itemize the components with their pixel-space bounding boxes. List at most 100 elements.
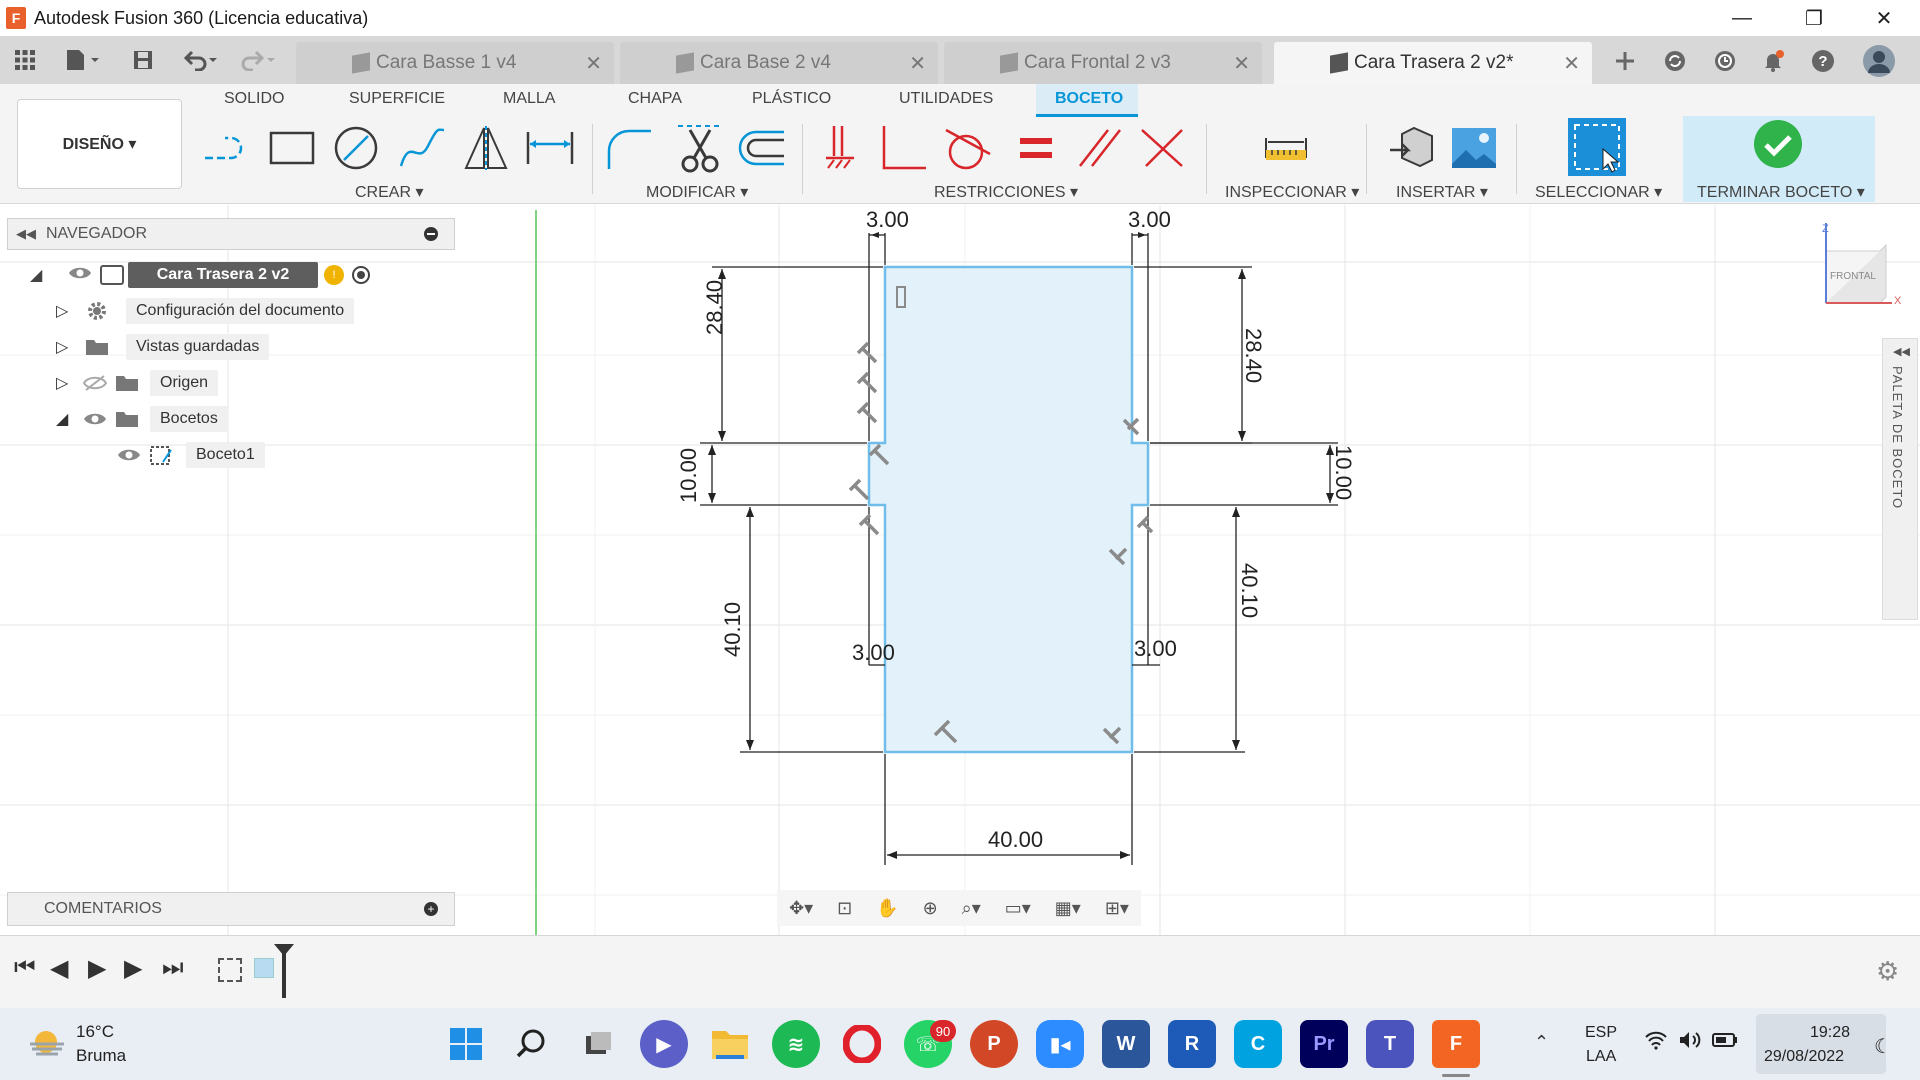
play-icon[interactable]: ▶ (88, 954, 106, 983)
tab-cara-frontal-2[interactable]: Cara Frontal 2 v3 ✕ (944, 42, 1262, 84)
help-icon[interactable]: ? (1806, 44, 1840, 78)
tab-cara-trasera-2[interactable]: Cara Trasera 2 v2* ✕ (1274, 42, 1592, 84)
trim-tool-icon[interactable] (674, 122, 726, 174)
timeline-feature-icon[interactable] (254, 958, 274, 978)
apps-grid-icon[interactable] (10, 44, 40, 76)
job-status-icon[interactable] (1708, 44, 1742, 78)
tree-root-row[interactable]: ◢ Cara Trasera 2 v2 ! (30, 260, 370, 290)
dim-left-lower-height[interactable]: 40.10 (720, 602, 746, 657)
warning-badge-icon[interactable]: ! (324, 265, 344, 285)
task-view-icon[interactable] (574, 1020, 622, 1068)
grid-settings-icon[interactable]: ▦▾ (1055, 898, 1081, 919)
viewcube[interactable] (1825, 223, 1892, 304)
file-menu-icon[interactable] (60, 44, 106, 76)
workspace-selector[interactable]: DISEÑO ▾ (17, 99, 182, 189)
dim-top-right-width[interactable]: 3.00 (1128, 207, 1171, 233)
equal-constraint-icon[interactable] (1010, 122, 1062, 174)
expanded-triangle-icon[interactable]: ◢ (30, 265, 54, 285)
expand-triangle-icon[interactable]: ▷ (56, 301, 80, 321)
sync-icon[interactable] (1658, 44, 1692, 78)
start-windows-icon[interactable] (442, 1020, 490, 1068)
eye-icon[interactable] (80, 411, 110, 427)
show-hidden-icons-chevron-icon[interactable]: ⌃ (1534, 1032, 1549, 1053)
terminar-boceto-group-label[interactable]: TERMINAR BOCETO ▾ (1697, 182, 1865, 202)
activate-radio-icon[interactable] (352, 266, 370, 284)
step-forward-icon[interactable]: ▶ (124, 954, 142, 983)
comments-panel-header[interactable]: COMENTARIOS + (7, 892, 455, 926)
orbit-icon[interactable]: ✥▾ (789, 898, 813, 919)
zoom-icon[interactable]: ⊕ (923, 898, 938, 919)
word-icon[interactable]: W (1102, 1020, 1150, 1068)
offset-tool-icon[interactable] (736, 122, 788, 174)
new-tab-icon[interactable] (1608, 44, 1642, 78)
collapse-panel-icon[interactable]: ◀◀ (16, 226, 36, 242)
circle-tool-icon[interactable] (330, 122, 382, 174)
dim-total-width[interactable]: 40.00 (988, 827, 1043, 853)
teams-chat-icon[interactable]: ▶ (640, 1020, 688, 1068)
ribbon-tab-malla[interactable]: MALLA (503, 90, 555, 108)
fix-constraint-icon[interactable] (814, 122, 866, 174)
tree-item-sketches[interactable]: ◢ Bocetos (56, 404, 228, 434)
tangent-constraint-icon[interactable] (942, 122, 994, 174)
canva-icon[interactable]: C (1234, 1020, 1282, 1068)
premiere-pro-icon[interactable]: Pr (1300, 1020, 1348, 1068)
add-comment-icon[interactable]: + (424, 902, 438, 916)
close-tab-icon[interactable]: ✕ (909, 51, 926, 76)
rectangle-tool-icon[interactable] (266, 122, 318, 174)
tree-item-sketch1[interactable]: Boceto1 (114, 440, 265, 470)
zoom-icon[interactable]: ▮◂ (1036, 1020, 1084, 1068)
maximize-button[interactable]: ❐ (1778, 0, 1850, 36)
revit-icon[interactable]: R (1168, 1020, 1216, 1068)
eye-hidden-icon[interactable] (80, 375, 110, 391)
eye-icon[interactable] (68, 265, 94, 286)
finish-sketch-check-icon[interactable] (1752, 118, 1804, 170)
battery-icon[interactable] (1712, 1032, 1738, 1053)
timeline-marker-handle[interactable] (274, 944, 294, 956)
fit-icon[interactable]: ⌕▾ (962, 898, 981, 919)
select-tool-icon[interactable] (1568, 118, 1626, 176)
expanded-triangle-icon[interactable]: ◢ (56, 409, 80, 429)
undo-icon[interactable] (178, 44, 224, 76)
do-not-disturb-moon-icon[interactable]: ☾ (1874, 1034, 1892, 1059)
browser-panel-header[interactable]: ◀◀ NAVEGADOR (7, 218, 455, 250)
dim-right-mid-height[interactable]: 10.00 (1330, 445, 1356, 500)
modificar-group-label[interactable]: MODIFICAR ▾ (646, 182, 748, 202)
insert-dxf-icon[interactable] (1386, 122, 1438, 174)
tree-item-document-settings[interactable]: ▷ Configuración del documento (56, 296, 355, 326)
dim-top-left-width[interactable]: 3.00 (866, 207, 909, 233)
save-icon[interactable] (128, 44, 158, 76)
mirror-tool-icon[interactable] (460, 122, 512, 174)
display-settings-icon[interactable]: ▭▾ (1005, 898, 1031, 919)
clock-date[interactable]: 29/08/2022 (1764, 1048, 1844, 1066)
wifi-icon[interactable] (1644, 1030, 1668, 1055)
redo-icon[interactable] (236, 44, 282, 76)
seleccionar-group-label[interactable]: SELECCIONAR ▾ (1535, 182, 1662, 202)
viewports-icon[interactable]: ⊞▾ (1105, 898, 1129, 919)
go-to-end-icon[interactable]: ⏭ (162, 954, 184, 982)
inspeccionar-group-label[interactable]: INSPECCIONAR ▾ (1225, 182, 1359, 202)
weather-temperature[interactable]: 16°C (76, 1022, 114, 1042)
go-to-start-icon[interactable]: ⏮ (14, 954, 36, 982)
insert-image-icon[interactable] (1448, 122, 1500, 174)
clock-time[interactable]: 19:28 (1810, 1024, 1850, 1042)
dim-right-upper-height[interactable]: 28.40 (1240, 328, 1266, 383)
dim-right-lower-height[interactable]: 40.10 (1236, 563, 1262, 618)
fusion-360-taskbar-icon[interactable]: F (1432, 1020, 1480, 1068)
teams-icon[interactable]: T (1366, 1020, 1414, 1068)
coincident-constraint-icon[interactable] (876, 122, 928, 174)
timeline-sketch-icon[interactable] (218, 958, 242, 982)
close-tab-icon[interactable]: ✕ (1233, 51, 1250, 76)
crear-group-label[interactable]: CREAR ▾ (355, 182, 423, 202)
ribbon-tab-superficie[interactable]: SUPERFICIE (349, 90, 445, 108)
ribbon-tab-boceto[interactable]: BOCETO (1055, 90, 1123, 108)
dimension-tool-icon[interactable] (524, 122, 576, 174)
spline-tool-icon[interactable] (396, 122, 448, 174)
look-at-icon[interactable]: ⊡ (837, 898, 852, 919)
insertar-group-label[interactable]: INSERTAR ▾ (1396, 182, 1488, 202)
ribbon-tab-solido[interactable]: SOLIDO (224, 90, 284, 108)
restricciones-group-label[interactable]: RESTRICCIONES ▾ (934, 182, 1078, 202)
volume-icon[interactable] (1678, 1030, 1702, 1055)
file-explorer-icon[interactable] (706, 1020, 754, 1068)
perpendicular-constraint-icon[interactable] (1136, 122, 1188, 174)
line-tool-icon[interactable] (202, 122, 254, 174)
